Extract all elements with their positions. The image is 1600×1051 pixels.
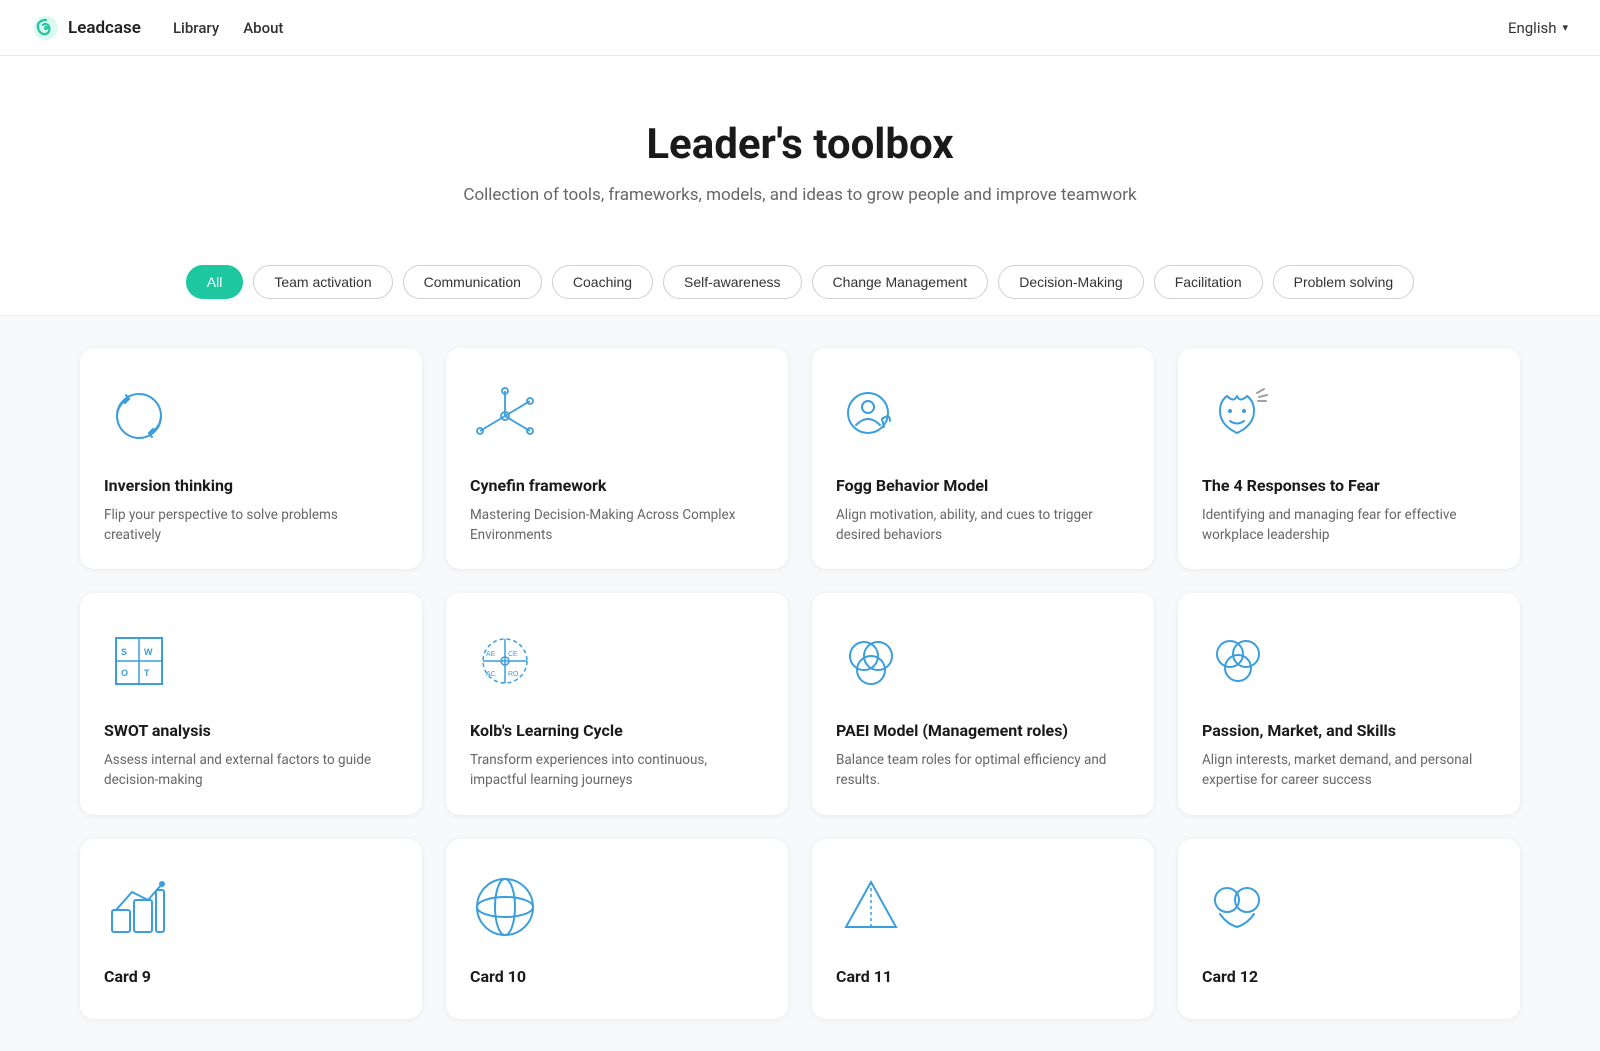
page-subtitle: Collection of tools, frameworks, models,… [32, 185, 1568, 205]
card-description: Identifying and managing fear for effect… [1202, 505, 1496, 546]
card-description: Align motivation, ability, and cues to t… [836, 505, 1130, 546]
inversion-icon [104, 376, 398, 456]
hero-section: Leader's toolbox Collection of tools, fr… [0, 56, 1600, 237]
card-description: Flip your perspective to solve problems … [104, 505, 398, 546]
card-description: Assess internal and external factors to … [104, 750, 398, 791]
card12-icon [1202, 867, 1496, 947]
card-cynefin[interactable]: Cynefin framework Mastering Decision-Maki… [446, 348, 788, 569]
card-title: Passion, Market, and Skills [1202, 721, 1496, 742]
kolb-icon: AE CE AC RO [470, 621, 764, 701]
svg-text:S: S [121, 647, 127, 657]
card-card10[interactable]: Card 10 [446, 839, 788, 1020]
card9-icon [104, 867, 398, 947]
card-title: Card 10 [470, 967, 764, 988]
brand-name: Leadcase [68, 18, 141, 38]
nav-about[interactable]: About [243, 19, 283, 37]
swot-icon: S W O T [104, 621, 398, 701]
chevron-down-icon: ▾ [1562, 21, 1568, 34]
svg-text:AE: AE [486, 651, 496, 658]
card10-icon [470, 867, 764, 947]
card-card9[interactable]: Card 9 [80, 839, 422, 1020]
card-title: Inversion thinking [104, 476, 398, 497]
svg-text:T: T [144, 668, 150, 678]
card11-icon [836, 867, 1130, 947]
card-fogg[interactable]: Fogg Behavior Model Align motivation, abi… [812, 348, 1154, 569]
navbar: Leadcase Library About English ▾ [0, 0, 1600, 56]
svg-text:RO: RO [508, 671, 519, 678]
fogg-icon [836, 376, 1130, 456]
card-title: Card 9 [104, 967, 398, 988]
filter-btn-facilitation[interactable]: Facilitation [1154, 265, 1263, 299]
card-title: Kolb's Learning Cycle [470, 721, 764, 742]
card-title: Card 12 [1202, 967, 1496, 988]
svg-text:W: W [144, 647, 153, 657]
paei-icon [836, 621, 1130, 701]
card-swot[interactable]: S W O T SWOT analysis Assess internal and… [80, 593, 422, 814]
language-label: English [1508, 19, 1557, 37]
fear-icon [1202, 376, 1496, 456]
navbar-links: Library About [173, 19, 284, 37]
card-fear[interactable]: The 4 Responses to Fear Identifying and m… [1178, 348, 1520, 569]
card-card11[interactable]: Card 11 [812, 839, 1154, 1020]
filter-btn-problem-solving[interactable]: Problem solving [1273, 265, 1415, 299]
card-title: Cynefin framework [470, 476, 764, 497]
card-title: Fogg Behavior Model [836, 476, 1130, 497]
card-kolb[interactable]: AE CE AC RO Kolb's Learning Cycle Transfo… [446, 593, 788, 814]
svg-text:AC: AC [486, 671, 496, 678]
brand-icon [32, 14, 60, 42]
card-description: Transform experiences into continuous, i… [470, 750, 764, 791]
card-description: Balance team roles for optimal efficienc… [836, 750, 1130, 791]
page-title: Leader's toolbox [32, 120, 1568, 169]
card-title: PAEI Model (Management roles) [836, 721, 1130, 742]
language-selector[interactable]: English ▾ [1508, 19, 1568, 37]
nav-library[interactable]: Library [173, 19, 219, 37]
passion-icon [1202, 621, 1496, 701]
card-description: Mastering Decision-Making Across Complex… [470, 505, 764, 546]
svg-text:CE: CE [508, 651, 518, 658]
filter-btn-team-activation[interactable]: Team activation [253, 265, 392, 299]
card-inversion[interactable]: Inversion thinking Flip your perspective … [80, 348, 422, 569]
brand-logo[interactable]: Leadcase [32, 14, 141, 42]
card-title: SWOT analysis [104, 721, 398, 742]
filter-btn-communication[interactable]: Communication [403, 265, 542, 299]
filter-btn-all[interactable]: All [186, 265, 244, 299]
card-paei[interactable]: PAEI Model (Management roles) Balance tea… [812, 593, 1154, 814]
card-grid: Inversion thinking Flip your perspective … [0, 316, 1600, 1051]
svg-text:O: O [121, 668, 128, 678]
filter-btn-self-awareness[interactable]: Self-awareness [663, 265, 802, 299]
card-description: Align interests, market demand, and pers… [1202, 750, 1496, 791]
filter-btn-coaching[interactable]: Coaching [552, 265, 653, 299]
card-passion[interactable]: Passion, Market, and Skills Align interes… [1178, 593, 1520, 814]
card-card12[interactable]: Card 12 [1178, 839, 1520, 1020]
filter-btn-change-management[interactable]: Change Management [812, 265, 989, 299]
filter-bar: All Team activation Communication Coaching S… [0, 237, 1600, 316]
cynefin-icon [470, 376, 764, 456]
card-title: The 4 Responses to Fear [1202, 476, 1496, 497]
card-title: Card 11 [836, 967, 1130, 988]
filter-btn-decision-making[interactable]: Decision-Making [998, 265, 1143, 299]
